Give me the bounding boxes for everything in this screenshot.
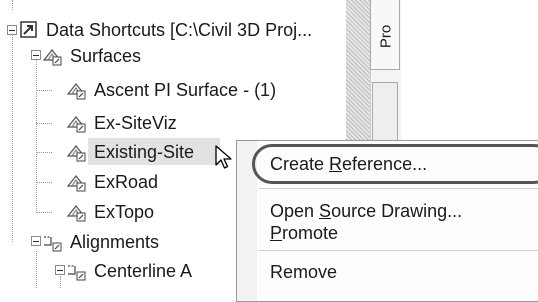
surface-shortcut-icon <box>66 171 88 193</box>
tree-node-surface[interactable]: ExRoad <box>66 169 158 195</box>
tree-node-label: ExTopo <box>94 201 155 222</box>
tree-node-surface[interactable]: Ex-SiteViz <box>66 110 177 136</box>
tree-node-alignment[interactable]: Centerline A <box>66 258 192 284</box>
surface-shortcut-icon <box>66 79 88 101</box>
tree-connector <box>36 152 52 153</box>
menu-item-text: Open <box>270 201 320 221</box>
side-tab-prospector[interactable]: Pro <box>370 0 400 70</box>
surfaces-folder-icon <box>42 45 64 67</box>
tree-connector <box>60 276 61 288</box>
tree-node-surface[interactable]: Ascent PI Surface - (1) <box>66 77 276 103</box>
tree-connector <box>36 251 37 288</box>
tree-connector <box>12 30 13 242</box>
data-shortcuts-icon <box>18 19 40 41</box>
tree-connector <box>36 123 52 124</box>
surface-shortcut-icon <box>66 141 88 163</box>
surface-shortcut-icon <box>66 201 88 223</box>
menu-item-mnemonic: S <box>319 201 332 221</box>
tree-node-surfaces[interactable]: Surfaces <box>42 43 141 69</box>
tree-connector <box>36 212 52 213</box>
surface-shortcut-icon <box>66 112 88 134</box>
tree-node-data-shortcuts[interactable]: Data Shortcuts [C:\Civil 3D Proj... <box>18 17 312 43</box>
tree-connector <box>36 182 52 183</box>
collapse-toggle[interactable] <box>31 50 41 60</box>
menu-item-text: eference... <box>342 154 428 174</box>
tree-node-surface-selected[interactable]: Existing-Site <box>66 139 194 165</box>
menu-item-mnemonic: R <box>329 154 343 174</box>
tree-node-label: Centerline A <box>94 260 193 281</box>
collapse-toggle[interactable] <box>31 236 41 246</box>
menu-item-promote[interactable]: Promote <box>270 223 338 244</box>
alignments-folder-icon <box>42 231 64 253</box>
side-tab-label: Pro <box>377 24 395 49</box>
menu-item-mnemonic: P <box>270 223 283 243</box>
tree-node-label: Ex-SiteViz <box>94 112 177 133</box>
menu-item-open-source-drawing[interactable]: Open Source Drawing... <box>270 201 462 222</box>
tree-node-label: Ascent PI Surface - (1) <box>94 79 277 100</box>
tree-node-label: Alignments <box>70 231 160 252</box>
tree-node-alignments[interactable]: Alignments <box>42 229 159 255</box>
menu-separator <box>259 188 538 189</box>
tree-node-label: ExRoad <box>94 171 159 192</box>
menu-item-text: ource Drawing... <box>331 201 463 221</box>
menu-item-remove[interactable]: Remove <box>270 262 337 283</box>
tree-connector <box>36 90 52 91</box>
alignment-shortcut-icon <box>66 260 88 282</box>
menu-item-text: romote <box>282 223 339 243</box>
tree-connector <box>12 0 13 10</box>
menu-item-text: Create <box>270 154 330 174</box>
tree-node-label: Data Shortcuts [C:\Civil 3D Proj... <box>46 19 313 40</box>
tree-node-label: Surfaces <box>70 45 142 66</box>
menu-separator <box>259 250 538 251</box>
menu-item-create-reference[interactable]: Create Reference... <box>270 154 427 175</box>
collapse-toggle[interactable] <box>55 265 65 275</box>
mouse-pointer-icon <box>214 144 234 172</box>
collapse-toggle[interactable] <box>7 25 17 35</box>
tree-node-surface[interactable]: ExTopo <box>66 199 154 225</box>
tree-connector <box>36 55 37 213</box>
menu-item-text: Remove <box>270 262 338 282</box>
tree-node-label: Existing-Site <box>94 141 195 162</box>
